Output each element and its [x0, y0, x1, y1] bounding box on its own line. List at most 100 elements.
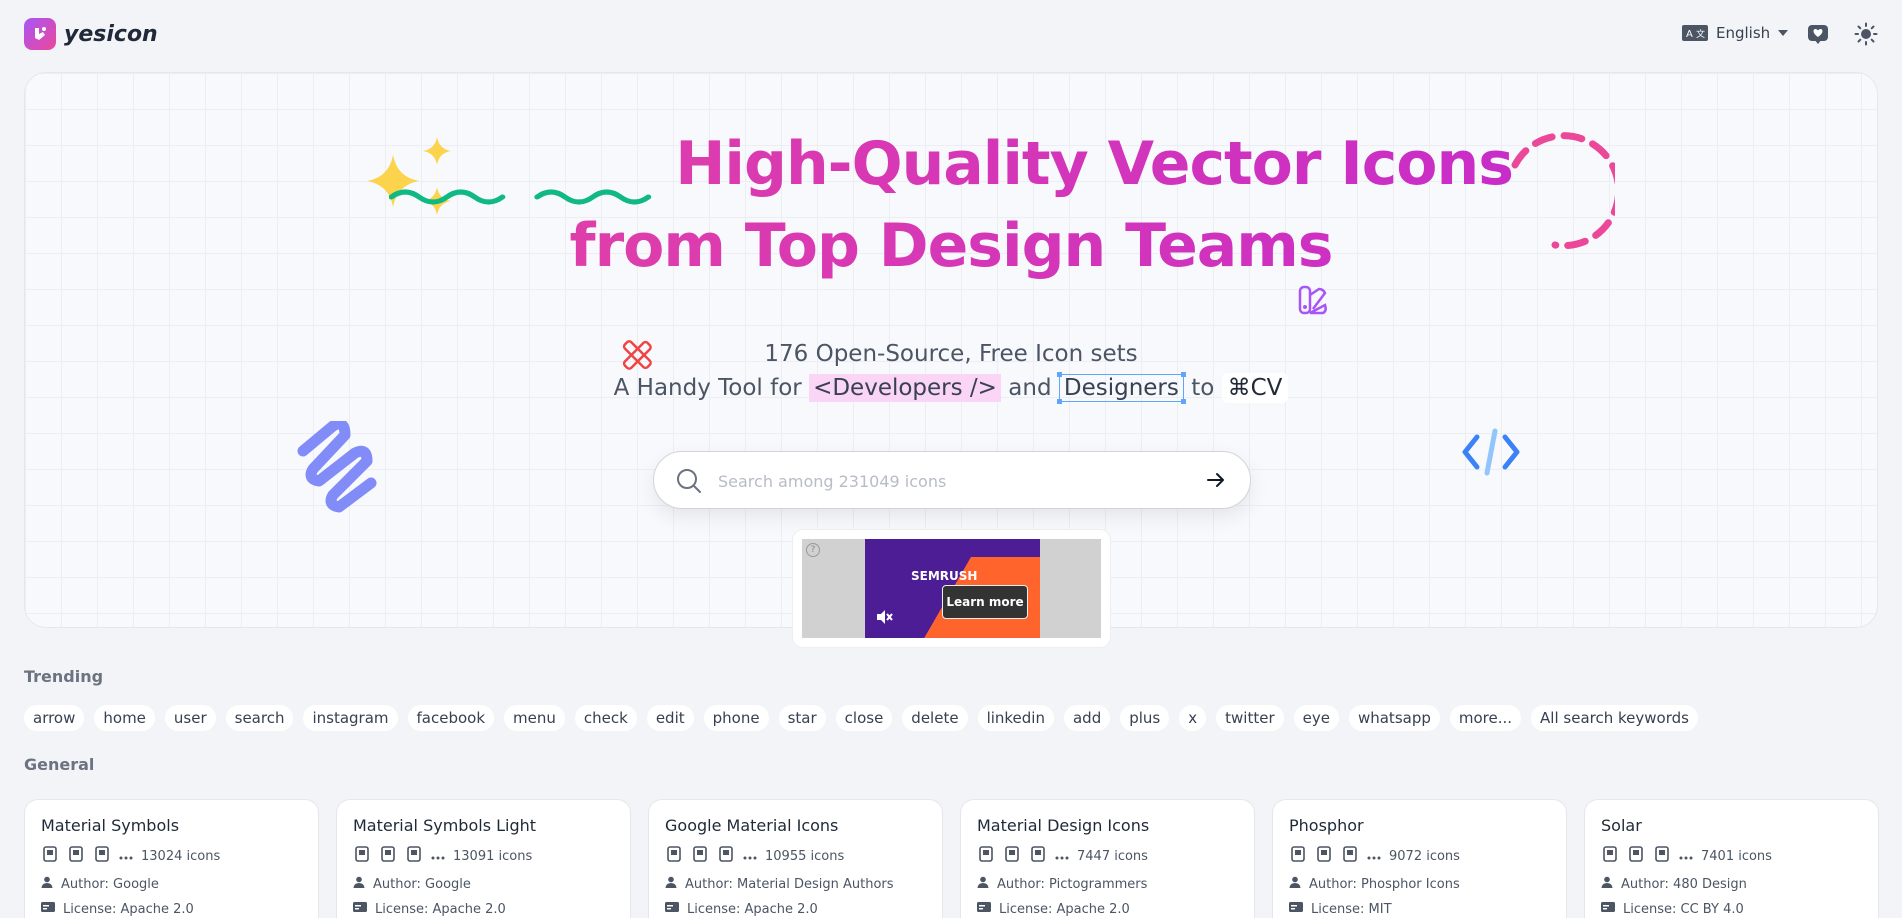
ad-brand: SEMRUSH [911, 569, 978, 583]
icon-set-license-row: License: Apache 2.0 [665, 901, 926, 917]
search-icon [677, 469, 701, 493]
icon-set-name: Google Material Icons [665, 816, 839, 835]
trending-keywords: arrow home user search instagram facebook menu… [24, 705, 1698, 731]
icon-set-license: License: MIT [1311, 901, 1392, 917]
icon-set-count: 9072 icons [1389, 848, 1460, 864]
icon-set-count: 7401 icons [1701, 848, 1772, 864]
svg-text:A: A [1686, 29, 1693, 40]
trending-chip[interactable]: phone [703, 705, 769, 731]
arrow-right-icon[interactable] [1206, 470, 1226, 490]
preview-icon [1341, 845, 1359, 867]
person-icon [353, 876, 365, 892]
icon-set-card[interactable]: Google Material Icons 10955 icons Author: … [648, 799, 943, 918]
more-dots-icon [1055, 849, 1069, 864]
person-icon [665, 876, 677, 892]
icon-set-author: Author: Phosphor Icons [1309, 876, 1460, 892]
icon-set-license: License: CC BY 4.0 [1623, 901, 1744, 917]
icon-count: 231,049 [389, 129, 655, 205]
preview-icon [1289, 845, 1307, 867]
icon-set-count: 13091 icons [453, 848, 533, 864]
tagline-prefix: A Handy Tool for [613, 375, 802, 401]
language-selector[interactable]: A文 English [1682, 24, 1789, 42]
icon-set-name: Solar [1601, 816, 1642, 835]
preview-icon [353, 845, 371, 867]
trending-chip[interactable]: home [94, 705, 155, 731]
more-dots-icon [1367, 849, 1381, 864]
code-icon [1462, 428, 1520, 476]
favorites-icon[interactable] [1806, 22, 1830, 46]
search-input[interactable] [718, 468, 1158, 494]
tag-designers: Designers [1056, 372, 1186, 404]
trending-chip[interactable]: linkedin [977, 705, 1054, 731]
trending-chip[interactable]: whatsapp [1348, 705, 1440, 731]
preview-icon [691, 845, 709, 867]
search-bar[interactable] [653, 451, 1251, 509]
preview-icon [717, 845, 735, 867]
icon-set-preview: 13024 icons [41, 845, 302, 867]
license-icon [353, 901, 367, 917]
ad-creative[interactable]: SEMRUSH Learn more [865, 539, 1040, 638]
icon-set-card[interactable]: Material Symbols Light 13091 icons Author:… [336, 799, 631, 918]
theme-toggle-icon[interactable] [1854, 22, 1878, 46]
icon-set-count: 13024 icons [141, 848, 221, 864]
trending-chip[interactable]: x [1179, 705, 1207, 731]
trending-chip[interactable]: add [1063, 705, 1111, 731]
icon-set-license-row: License: MIT [1289, 901, 1550, 917]
trending-chip[interactable]: delete [902, 705, 968, 731]
trending-chip[interactable]: eye [1293, 705, 1339, 731]
trending-chip[interactable]: instagram [303, 705, 398, 731]
hero-title-line2: from Top Design Teams [25, 211, 1877, 281]
trending-chip[interactable]: user [164, 705, 216, 731]
trending-chip[interactable]: twitter [1216, 705, 1284, 731]
trending-chip[interactable]: facebook [407, 705, 495, 731]
person-icon [977, 876, 989, 892]
mute-icon[interactable] [875, 609, 893, 625]
icon-set-name: Material Symbols [41, 816, 180, 835]
trending-chip[interactable]: arrow [24, 705, 85, 731]
icon-set-count: 10955 icons [765, 848, 845, 864]
ad-content: ? SEMRUSH Learn more [802, 539, 1101, 638]
ad-help-icon[interactable]: ? [806, 543, 820, 557]
trending-chip[interactable]: search [225, 705, 294, 731]
icon-set-card[interactable]: Material Design Icons 7447 icons Author: P… [960, 799, 1255, 918]
swatch-icon [1298, 285, 1327, 315]
icon-set-author: Author: Material Design Authors [685, 876, 894, 892]
icon-set-name: Material Design Icons [977, 816, 1150, 835]
logo[interactable]: yesicon [24, 18, 158, 50]
tag-keyboard: ⌘CV [1221, 373, 1289, 403]
hero-subtitle: 176 Open-Source, Free Icon sets [764, 341, 1138, 367]
trending-chip[interactable]: plus [1120, 705, 1170, 731]
icon-set-card[interactable]: Solar 7401 icons Author: 480 Design License… [1584, 799, 1879, 918]
icon-set-author-row: Author: Material Design Authors [665, 876, 926, 892]
icon-set-cards: Material Symbols 13024 icons Author: Googl… [24, 799, 1879, 918]
icon-set-card[interactable]: Material Symbols 13024 icons Author: Googl… [24, 799, 319, 918]
preview-icon [1003, 845, 1021, 867]
person-icon [41, 876, 53, 892]
more-dots-icon [743, 849, 757, 864]
icon-set-license-row: License: Apache 2.0 [41, 901, 302, 917]
icon-set-card[interactable]: Phosphor 9072 icons Author: Phosphor Icons… [1272, 799, 1567, 918]
tag-developers: <Developers /> [809, 374, 1001, 402]
icon-set-license: License: Apache 2.0 [687, 901, 818, 917]
trending-chip[interactable]: menu [504, 705, 565, 731]
trending-chip[interactable]: edit [646, 705, 694, 731]
preview-icon [405, 845, 423, 867]
icon-set-author-row: Author: Google [41, 876, 302, 892]
ad-banner[interactable]: ? SEMRUSH Learn more [793, 530, 1110, 647]
preview-icon [379, 845, 397, 867]
icon-set-author-row: Author: Pictogrammers [977, 876, 1238, 892]
chevron-down-icon [1778, 30, 1789, 36]
icon-set-author-row: Author: 480 Design [1601, 876, 1862, 892]
icon-set-license-row: License: Apache 2.0 [977, 901, 1238, 917]
more-dots-icon [1679, 849, 1693, 864]
trending-chip[interactable]: close [835, 705, 893, 731]
more-dots-icon [119, 849, 133, 864]
icon-set-name: Phosphor [1289, 816, 1364, 835]
trending-chip[interactable]: more... [1449, 705, 1522, 731]
ad-learn-more-button[interactable]: Learn more [942, 585, 1028, 619]
trending-chip[interactable]: check [574, 705, 637, 731]
trending-chip[interactable]: star [778, 705, 826, 731]
icon-set-author-row: Author: Google [353, 876, 614, 892]
preview-icon [1029, 845, 1047, 867]
trending-chip[interactable]: All search keywords [1531, 705, 1698, 731]
